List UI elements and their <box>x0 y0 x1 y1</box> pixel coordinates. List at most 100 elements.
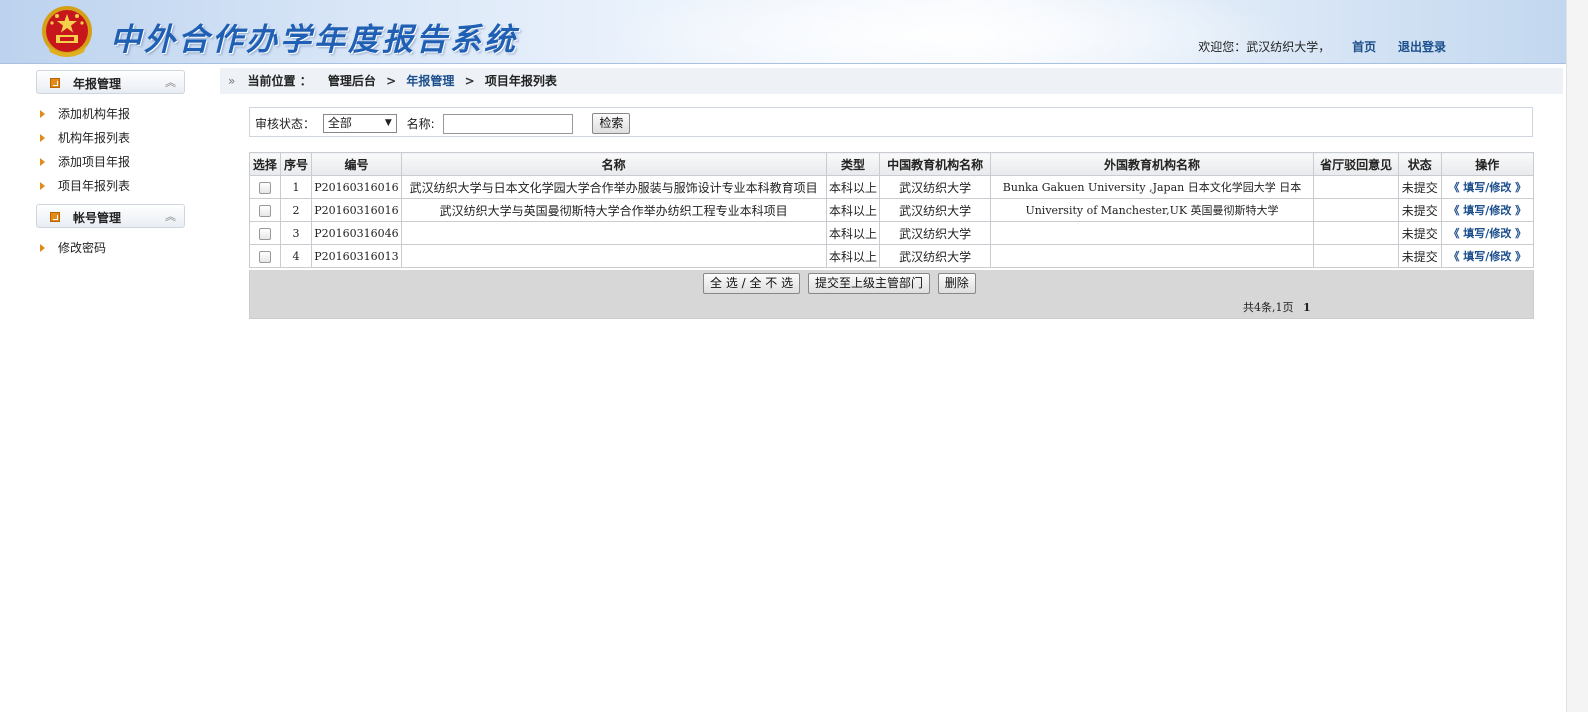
select-all-button[interactable]: 全 选 / 全 不 选 <box>703 273 801 294</box>
sidebar-group-title: 帐号管理 <box>73 211 122 225</box>
dropdown-caret-icon: ▼ <box>384 118 392 128</box>
double-chevron-icon: » <box>228 74 236 88</box>
row-checkbox[interactable] <box>258 227 271 240</box>
row-checkbox[interactable] <box>258 250 271 263</box>
row-status: 未提交 <box>1397 244 1442 268</box>
sidebar-item-change-password[interactable]: 修改密码 <box>38 236 200 260</box>
group-icon <box>50 78 60 88</box>
row-checkbox[interactable] <box>258 181 271 194</box>
arrow-right-icon <box>40 158 45 166</box>
name-search-input[interactable] <box>442 113 573 134</box>
header-banner: 中外合作办学年度报告系统 欢迎您：武汉纺织大学， 首页 退出登录 <box>0 0 1566 64</box>
user-bar: 欢迎您：武汉纺织大学， 首页 退出登录 <box>1198 38 1446 55</box>
breadcrumb: » 当前位置 ： 管理后台 > 年报管理 > 项目年报列表 <box>220 68 1563 94</box>
header-wave-decoration <box>600 0 1300 63</box>
row-status: 未提交 <box>1397 221 1442 245</box>
row-foreign-institution: Bunka Gakuen University ,Japan 日本文化学园大学 … <box>989 175 1315 199</box>
column-header: 类型 <box>825 152 881 176</box>
table-row: 4 P20160316013 本科以上 武汉纺织大学 未提交 《 填写/修改 》 <box>249 244 1535 268</box>
row-rejection <box>1313 221 1399 245</box>
pager-summary: 共4条,1页 <box>1243 301 1294 314</box>
row-foreign-institution <box>989 244 1315 268</box>
column-header: 操作 <box>1440 152 1535 176</box>
row-status: 未提交 <box>1397 198 1442 222</box>
row-code: P20160316016 <box>311 198 402 222</box>
row-code: P20160316016 <box>311 175 402 199</box>
arrow-right-icon <box>40 182 45 190</box>
row-checkbox-cell <box>249 175 281 199</box>
row-index: 1 <box>279 175 313 199</box>
sidebar-item-label: 添加机构年报 <box>58 107 131 121</box>
column-header: 省厅驳回意见 <box>1313 152 1399 176</box>
arrow-right-icon <box>40 134 45 142</box>
sidebar-item-label: 机构年报列表 <box>58 131 131 145</box>
sidebar-list-account: 修改密码 <box>38 236 200 260</box>
sidebar-item-label: 项目年报列表 <box>58 179 131 193</box>
edit-link[interactable]: 《 填写/修改 》 <box>1448 227 1526 240</box>
sidebar-group-title: 年报管理 <box>73 77 122 91</box>
column-header: 编号 <box>311 152 402 176</box>
table-header-row: 选择 序号 编号 名称 类型 中国教育机构名称 外国教育机构名称 省厅驳回意见 … <box>249 152 1535 176</box>
row-index: 2 <box>279 198 313 222</box>
welcome-text: 欢迎您：武汉纺织大学， <box>1198 40 1331 54</box>
row-code: P20160316046 <box>311 221 402 245</box>
home-link[interactable]: 首页 <box>1352 40 1376 54</box>
row-type: 本科以上 <box>825 244 881 268</box>
national-emblem-icon <box>42 6 92 57</box>
row-checkbox[interactable] <box>258 204 271 217</box>
edit-link[interactable]: 《 填写/修改 》 <box>1448 204 1526 217</box>
edit-link[interactable]: 《 填写/修改 》 <box>1448 250 1526 263</box>
logout-link[interactable]: 退出登录 <box>1398 40 1446 54</box>
group-icon <box>50 212 60 222</box>
status-filter-select[interactable]: 全部 ▼ <box>322 114 397 133</box>
arrow-right-icon <box>40 110 45 118</box>
row-status: 未提交 <box>1397 175 1442 199</box>
search-button[interactable]: 检索 <box>592 113 631 134</box>
row-rejection <box>1313 198 1399 222</box>
row-name <box>400 244 827 268</box>
column-header: 选择 <box>249 152 281 176</box>
chevron-right-icon: > <box>464 74 475 88</box>
table-action-bar: 全 选 / 全 不 选 提交至上级主管部门 删除 共4条,1页 1 <box>249 270 1534 319</box>
pagination: 共4条,1页 1 <box>1243 299 1311 315</box>
pager-current-page[interactable]: 1 <box>1303 301 1311 314</box>
sidebar-item-label: 修改密码 <box>58 241 107 255</box>
status-filter-value: 全部 <box>327 116 352 130</box>
collapse-icon[interactable]: ︽ <box>165 208 176 224</box>
row-cn-institution: 武汉纺织大学 <box>879 244 991 268</box>
row-foreign-institution: University of Manchester,UK 英国曼彻斯特大学 <box>989 198 1315 222</box>
sidebar-item-project-report-list[interactable]: 项目年报列表 <box>38 174 200 198</box>
row-cn-institution: 武汉纺织大学 <box>879 221 991 245</box>
column-header: 状态 <box>1397 152 1442 176</box>
row-cn-institution: 武汉纺织大学 <box>879 175 991 199</box>
sidebar-group-annual-report[interactable]: 年报管理 ︽ <box>36 70 185 94</box>
action-buttons: 全 选 / 全 不 选 提交至上级主管部门 删除 <box>703 273 980 294</box>
search-panel: 审核状态： 全部 ▼ 名称: 检索 <box>249 107 1533 137</box>
row-cn-institution: 武汉纺织大学 <box>879 198 991 222</box>
breadcrumb-item-admin[interactable]: 管理后台 <box>328 74 376 88</box>
system-title: 中外合作办学年度报告系统 <box>110 22 518 58</box>
table-row: 3 P20160316046 本科以上 武汉纺织大学 未提交 《 填写/修改 》 <box>249 221 1535 245</box>
sidebar-item-add-org-report[interactable]: 添加机构年报 <box>38 102 200 126</box>
column-header: 中国教育机构名称 <box>879 152 991 176</box>
row-type: 本科以上 <box>825 221 881 245</box>
sidebar-item-add-project-report[interactable]: 添加项目年报 <box>38 150 200 174</box>
row-action-cell: 《 填写/修改 》 <box>1440 175 1535 199</box>
row-action-cell: 《 填写/修改 》 <box>1440 198 1535 222</box>
row-index: 4 <box>279 244 313 268</box>
sidebar-item-org-report-list[interactable]: 机构年报列表 <box>38 126 200 150</box>
column-header: 外国教育机构名称 <box>989 152 1315 176</box>
page-scrollbar[interactable] <box>1566 0 1588 712</box>
row-type: 本科以上 <box>825 175 881 199</box>
breadcrumb-item-annual-report[interactable]: 年报管理 <box>406 74 454 88</box>
delete-button[interactable]: 删除 <box>937 273 976 294</box>
edit-link[interactable]: 《 填写/修改 》 <box>1448 181 1526 194</box>
row-action-cell: 《 填写/修改 》 <box>1440 221 1535 245</box>
row-name: 武汉纺织大学与英国曼彻斯特大学合作举办纺织工程专业本科项目 <box>400 198 827 222</box>
collapse-icon[interactable]: ︽ <box>165 74 176 90</box>
row-checkbox-cell <box>249 221 281 245</box>
row-name <box>400 221 827 245</box>
sidebar-group-account[interactable]: 帐号管理 ︽ <box>36 204 185 228</box>
submit-button[interactable]: 提交至上级主管部门 <box>807 273 930 294</box>
name-filter-label: 名称: <box>406 117 435 131</box>
